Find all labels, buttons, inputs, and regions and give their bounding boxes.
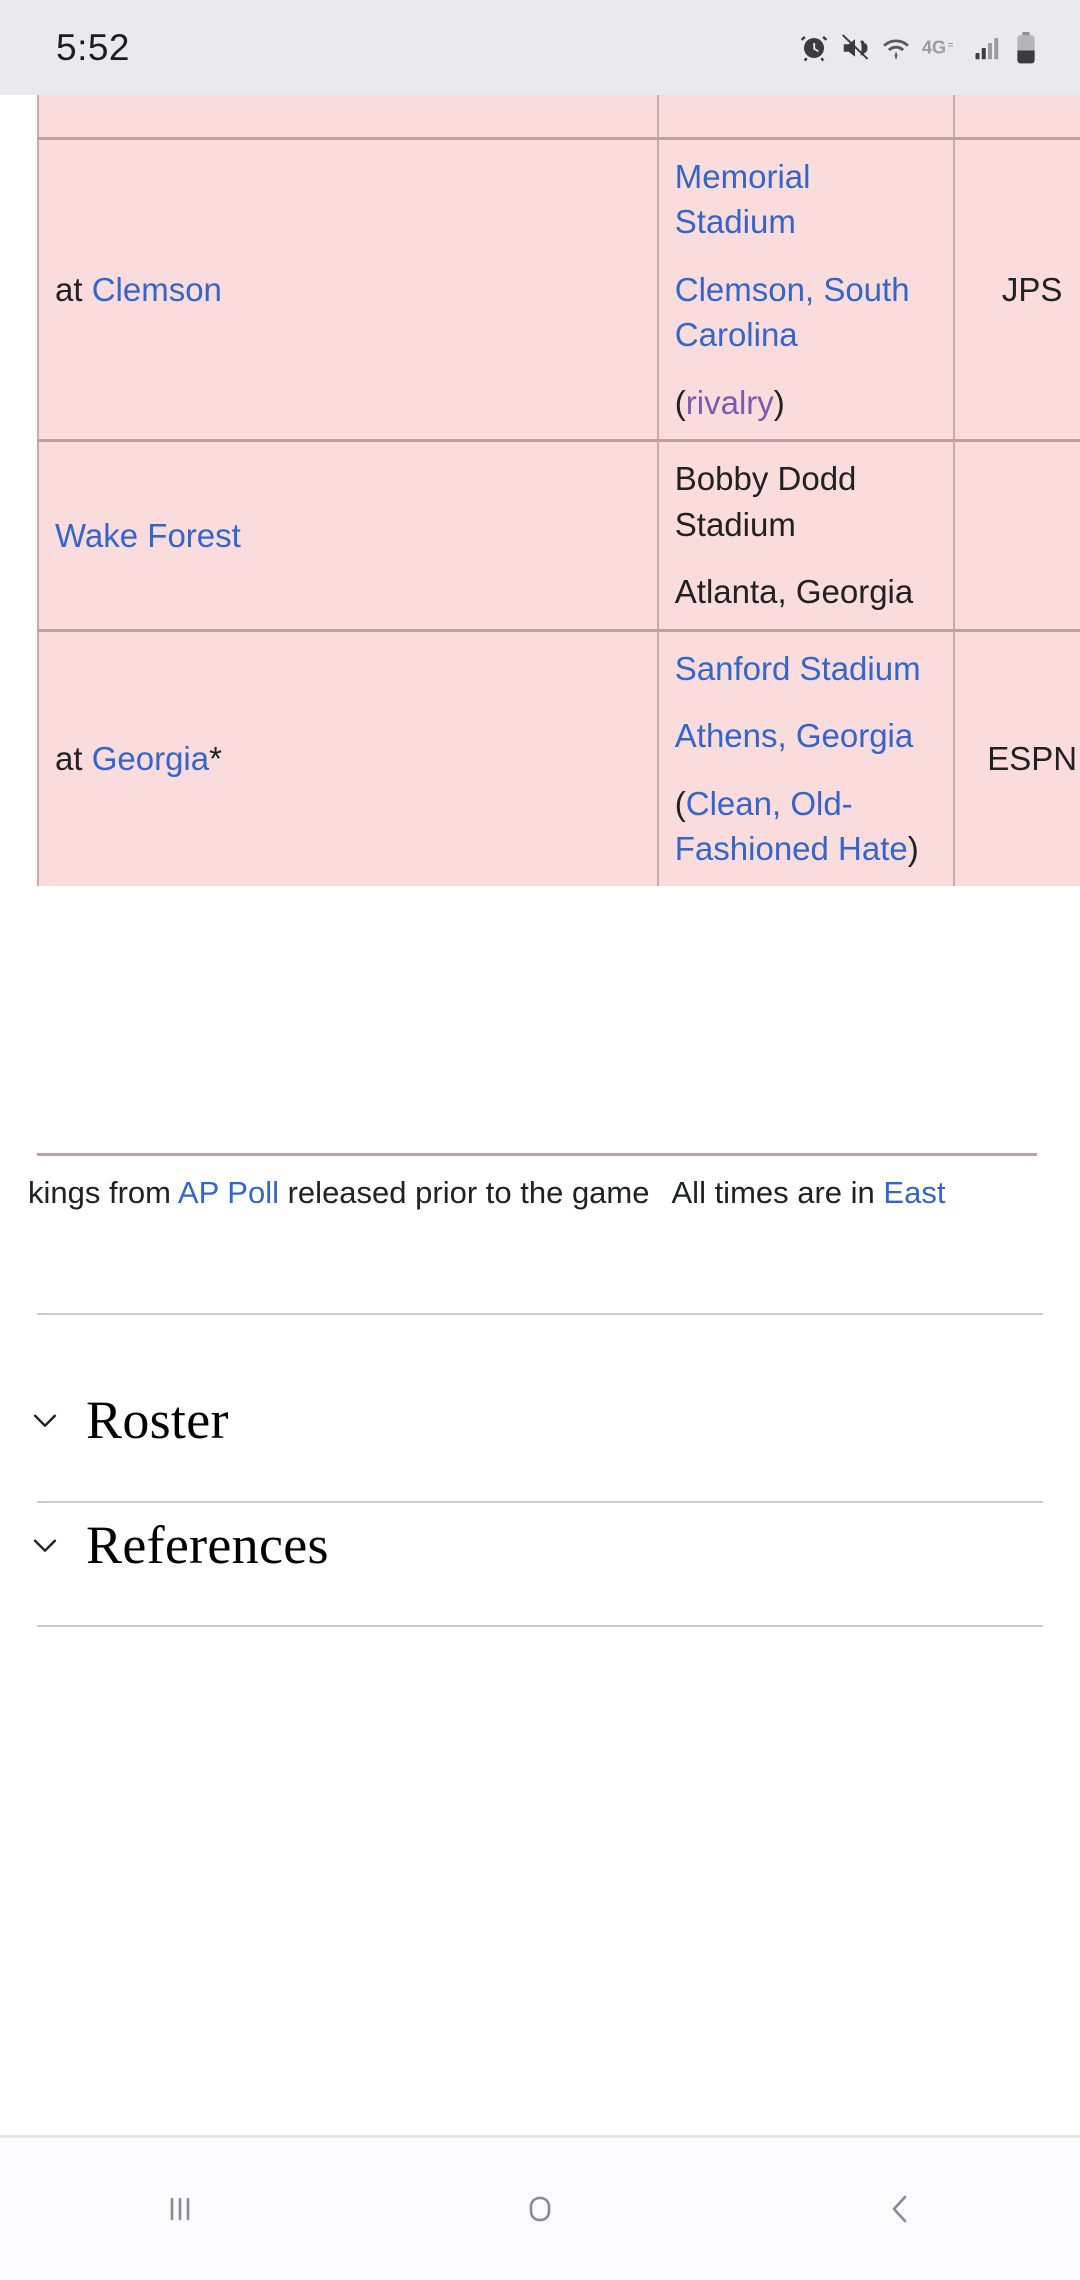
opponent-link[interactable]: Clemson	[92, 271, 222, 308]
cell-site: Bobby Dodd Stadium Atlanta, Georgia	[656, 439, 956, 631]
rivalry-link[interactable]: rivalry	[686, 384, 774, 421]
section-title: References	[86, 1515, 329, 1575]
section-divider-bottom	[37, 1625, 1043, 1627]
paren-open: (	[674, 383, 686, 421]
opponent-link[interactable]: Wake Forest	[55, 517, 241, 554]
system-nav-bar	[0, 2138, 1080, 2280]
home-icon	[516, 2185, 564, 2233]
cell-opponent: at Georgia*	[37, 628, 659, 886]
cell-tv	[953, 95, 1080, 138]
cell-opponent	[37, 95, 659, 138]
paren-open: (	[674, 784, 686, 822]
table-row: Wake Forest Bobby Dodd Stadium Atlanta, …	[37, 439, 1080, 631]
article-scroll-area[interactable]: Georgia at Clemson Memorial	[0, 95, 1080, 2135]
section-divider-top	[37, 1313, 1043, 1315]
eastern-time-link[interactable]: East	[883, 1175, 945, 1210]
opponent-link[interactable]: Georgia	[92, 740, 209, 777]
section-title: Roster	[86, 1390, 229, 1450]
city-link[interactable]: Clemson, South Carolina	[675, 271, 910, 354]
footnote-text-1: kings from	[28, 1175, 178, 1210]
city-text: Atlanta, Georgia	[674, 573, 914, 611]
table-footnote: kings from AP Poll released prior to the…	[0, 1170, 1080, 1217]
paren-close: )	[773, 383, 785, 421]
opponent-prefix: at	[55, 270, 92, 308]
table-row: Georgia	[37, 95, 1080, 138]
recents-icon	[156, 2185, 204, 2233]
city-link[interactable]: Athens, Georgia	[675, 717, 913, 754]
schedule-table: Georgia at Clemson Memorial	[37, 95, 1080, 886]
wifi-icon	[881, 33, 911, 63]
paren-close: )	[907, 830, 919, 868]
network-4g-icon: 4G =	[922, 35, 962, 61]
cell-opponent: at Clemson	[37, 136, 659, 441]
section-references[interactable]: References	[28, 1510, 329, 1580]
chevron-down-icon	[28, 1403, 62, 1437]
recents-button[interactable]	[0, 2138, 360, 2280]
cell-site: Sanford Stadium Athens, Georgia (Clean, …	[656, 628, 956, 886]
table-row: at Georgia* Sanford Stadium Athens, Geor…	[37, 628, 1080, 886]
section-roster[interactable]: Roster	[28, 1385, 229, 1455]
venue-text: Bobby Dodd Stadium	[674, 460, 857, 543]
mute-vibrate-icon	[840, 33, 870, 63]
back-chevron-icon	[876, 2185, 924, 2233]
battery-icon	[1014, 31, 1038, 64]
opponent-suffix: *	[209, 740, 222, 778]
alarm-icon	[799, 33, 829, 63]
section-divider-mid	[37, 1501, 1043, 1503]
cell-tv: ESPN	[953, 628, 1080, 886]
cell-site: Memorial Stadium Clemson, South Carolina…	[656, 136, 956, 441]
svg-text:=: =	[948, 40, 954, 51]
footnote-text-3: All times are in	[671, 1175, 884, 1210]
signal-bars-icon	[973, 33, 1003, 63]
table-bottom-border	[37, 1153, 1037, 1156]
venue-link[interactable]: Memorial Stadium	[675, 158, 811, 241]
ap-poll-link[interactable]: AP Poll	[178, 1175, 279, 1210]
status-icon-tray: 4G =	[799, 31, 1038, 64]
footnote-text-2: released prior to the game	[279, 1175, 650, 1210]
svg-text:4G: 4G	[922, 37, 946, 57]
back-button[interactable]	[720, 2138, 1080, 2280]
cell-tv	[953, 439, 1080, 631]
cell-tv: JPS	[953, 136, 1080, 441]
cell-site: Georgia	[656, 95, 956, 138]
schedule-table-clip: Georgia at Clemson Memorial	[0, 95, 1080, 1170]
home-button[interactable]	[360, 2138, 720, 2280]
opponent-prefix: at	[55, 740, 92, 778]
chevron-down-icon	[28, 1528, 62, 1562]
rivalry-link[interactable]: Clean, Old-Fashioned Hate	[675, 785, 908, 868]
status-bar: 5:52 4G =	[0, 0, 1080, 95]
table-row: at Clemson Memorial Stadium Clemson, Sou…	[37, 136, 1080, 441]
status-clock: 5:52	[56, 26, 131, 68]
cell-opponent: Wake Forest	[37, 439, 659, 631]
venue-link[interactable]: Sanford Stadium	[675, 650, 921, 687]
